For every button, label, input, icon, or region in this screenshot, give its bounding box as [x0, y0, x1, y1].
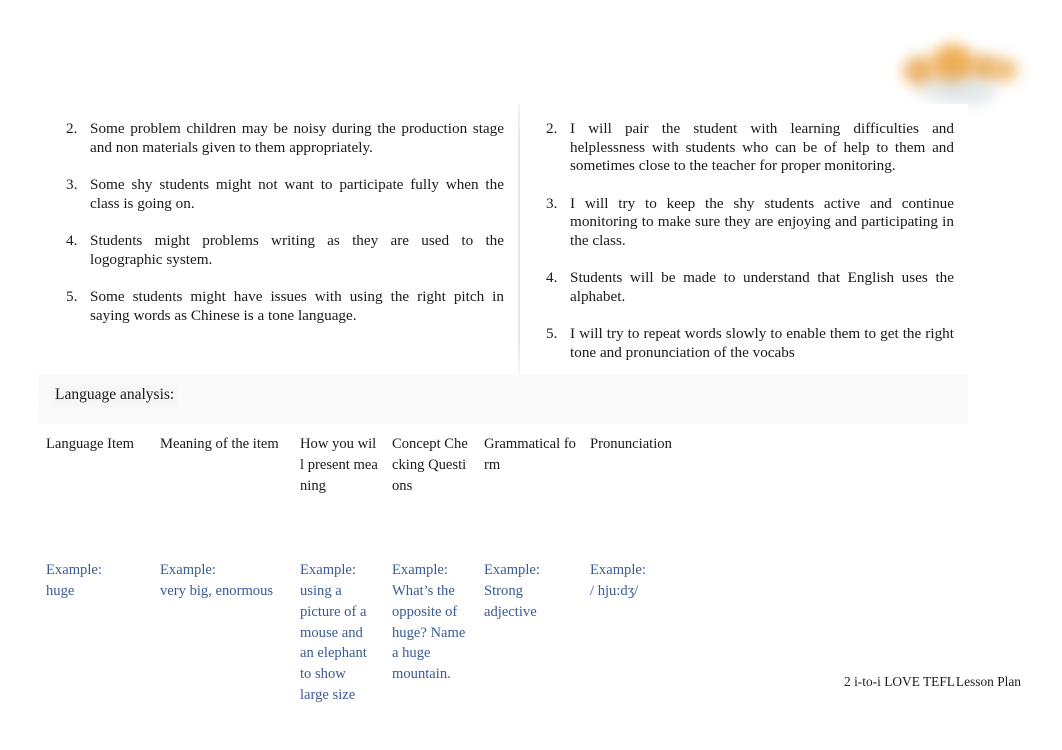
example-label: Example:: [160, 562, 216, 578]
list-item-text: I will try to repeat words slowly to ena…: [570, 325, 954, 361]
table-header-row: Language Item Meaning of the item How yo…: [38, 424, 1052, 550]
example-value: / hju:dʒ/: [590, 582, 639, 599]
language-analysis-table: Language Item Meaning of the item How yo…: [38, 424, 1052, 717]
list-item-number: 5.: [66, 288, 78, 306]
example-label: Example:: [590, 562, 646, 578]
cell-present-meaning: Example: using a picture of a mouse and …: [292, 550, 384, 717]
list-item: 3. I will try to keep the shy students a…: [534, 195, 954, 251]
list-item-text: Students might problems writing as they …: [90, 232, 504, 268]
footer-right-text: Lesson Plan: [955, 674, 1021, 689]
example-value: very big, enormous: [160, 582, 274, 599]
list-item: 4. Students might problems writing as th…: [52, 232, 504, 269]
list-item: 5. Some students might have issues with …: [52, 288, 504, 325]
list-item-number: 4.: [66, 232, 78, 250]
column-header-language-item: Language Item: [38, 424, 152, 550]
list-item-number: 4.: [546, 269, 558, 287]
language-analysis-heading: Language analysis:: [52, 385, 178, 406]
example-label: Example:: [300, 562, 356, 578]
list-item: 2. Some problem children may be noisy du…: [52, 120, 504, 157]
solutions-list: 2. I will pair the student with learning…: [534, 120, 954, 362]
list-item-text: Some students might have issues with usi…: [90, 288, 504, 324]
list-item-number: 2.: [66, 120, 78, 137]
example-value: huge: [46, 582, 75, 599]
cell-meaning: Example: very big, enormous: [152, 550, 292, 717]
list-item: 3. Some shy students might not want to p…: [52, 176, 504, 213]
list-item-text: Students will be made to understand that…: [570, 269, 954, 305]
list-item-text: I will pair the student with learning di…: [570, 120, 954, 175]
page-footer: 2 i-to-i LOVE TEFL Lesson Plan: [721, 674, 1021, 692]
column-header-ccq: Concept Checking Questions: [384, 424, 476, 550]
column-header-meaning: Meaning of the item: [152, 424, 292, 550]
example-label: Example:: [46, 562, 102, 578]
cell-grammatical-form: Example: Strong adjective: [476, 550, 582, 717]
i-to-i-logo-icon: [899, 34, 1024, 110]
list-item: 5. I will try to repeat words slowly to …: [534, 325, 954, 362]
list-item-number: 5.: [546, 325, 558, 343]
column-header-pronunciation: Pronunciation: [582, 424, 1052, 550]
problems-list: 2. Some problem children may be noisy du…: [52, 120, 504, 325]
list-item-text: Some problem children may be noisy durin…: [90, 120, 504, 156]
list-item-text: I will try to keep the shy students acti…: [570, 194, 954, 249]
cell-language-item: Example: huge: [38, 550, 152, 717]
solutions-column: 2. I will pair the student with learning…: [520, 104, 968, 374]
list-item: 2. I will pair the student with learning…: [534, 120, 954, 176]
anticipated-problems-solutions-table: 2. Some problem children may be noisy du…: [38, 104, 968, 374]
list-item-number: 3.: [546, 194, 558, 212]
list-item-text: Some shy students might not want to part…: [90, 176, 504, 212]
column-header-present-meaning: How you will present meaning: [292, 424, 384, 550]
list-item: 4. Students will be made to understand t…: [534, 269, 954, 306]
example-value: Strong adjective: [484, 582, 537, 620]
document-page: 2. Some problem children may be noisy du…: [0, 0, 1062, 750]
example-value: What’s the opposite of huge? Name a huge…: [392, 582, 466, 683]
list-item-number: 2.: [546, 120, 558, 137]
cell-ccq: Example: What’s the opposite of huge? Na…: [384, 550, 476, 717]
list-item-number: 3.: [66, 176, 78, 194]
example-value: using a picture of a mouse and an elepha…: [300, 582, 367, 704]
column-header-grammatical-form: Grammatical form: [476, 424, 582, 550]
example-label: Example:: [484, 562, 540, 578]
example-label: Example:: [392, 562, 448, 578]
footer-left-text: 2 i-to-i LOVE TEFL: [844, 674, 955, 689]
anticipated-problems-column: 2. Some problem children may be noisy du…: [38, 104, 518, 374]
